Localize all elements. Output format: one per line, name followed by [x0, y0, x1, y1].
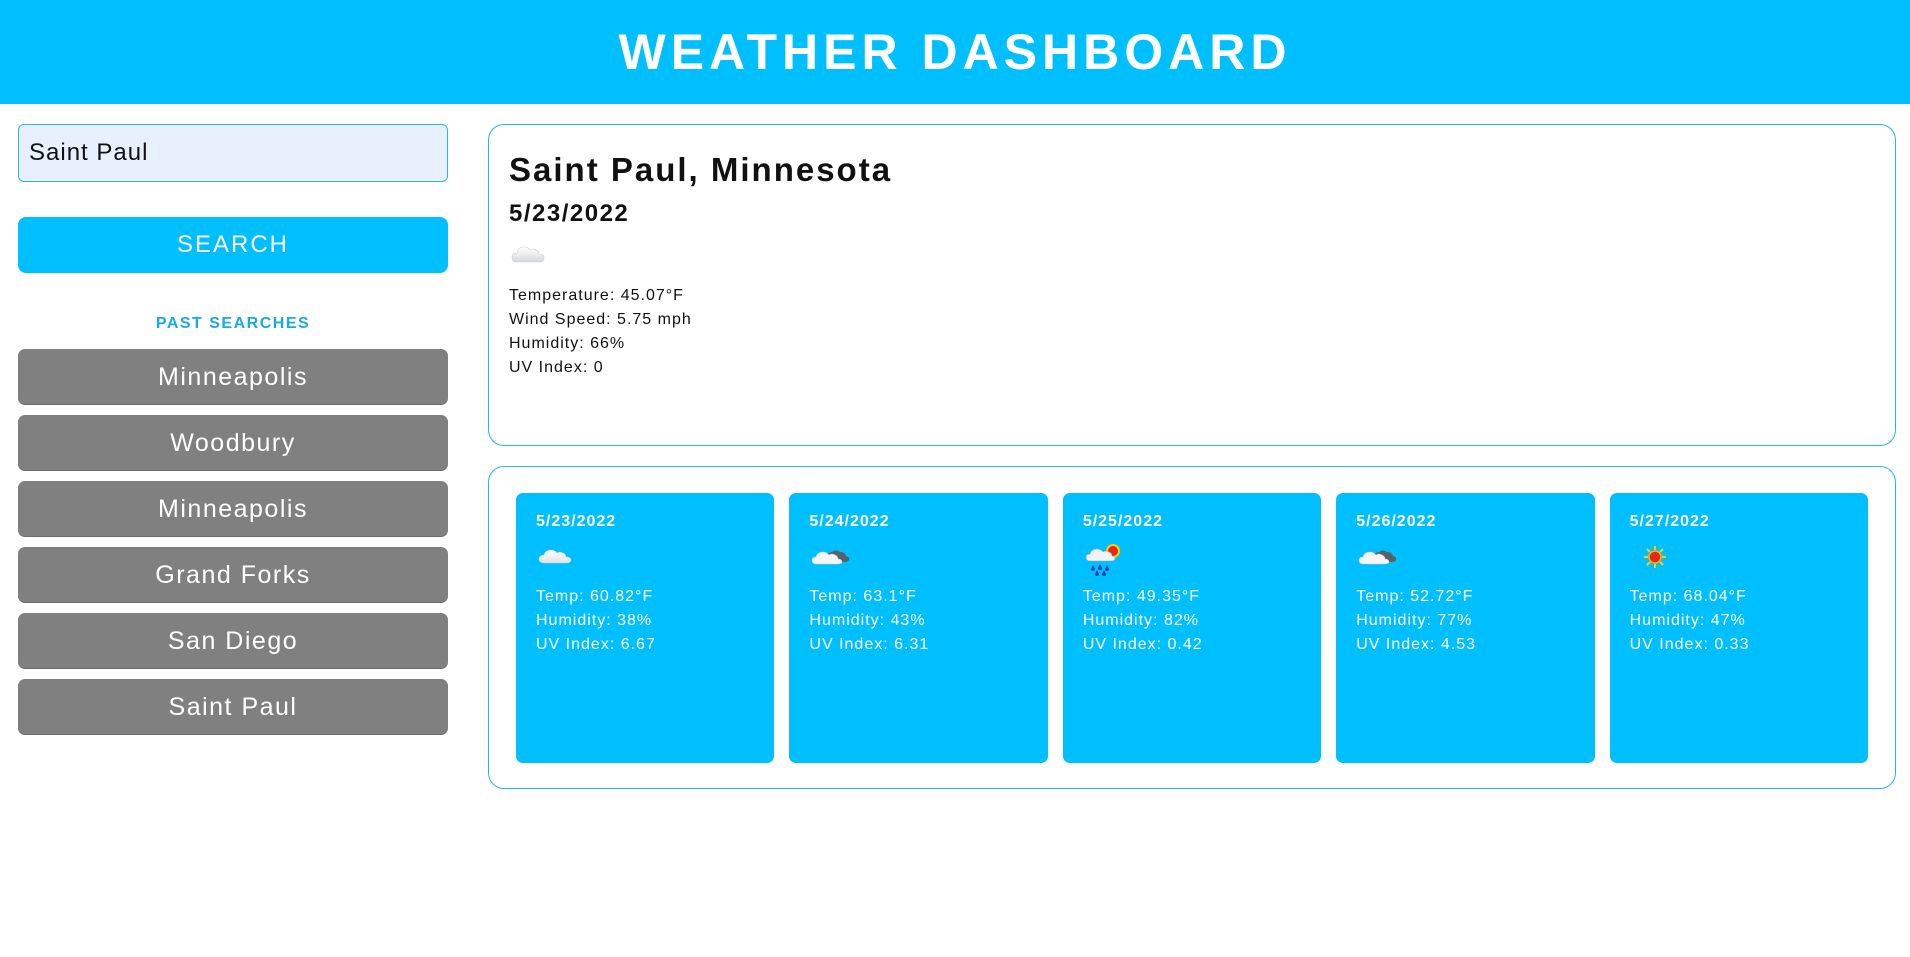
current-uv-index: UV Index: 0 [509, 359, 604, 376]
sun-icon [1643, 546, 1666, 568]
forecast-temp: Temp: 49.35°F [1082, 588, 1201, 605]
page-title: WEATHER DASHBOARD [618, 24, 1292, 80]
forecast-card: 5/23/2022 Temp: 60.82°F Humidity: 38% UV… [516, 493, 775, 763]
broken-clouds-icon [812, 550, 850, 565]
few-clouds-icon [538, 549, 572, 564]
sidebar: SEARCH PAST SEARCHES Minneapolis Woodbur… [18, 124, 448, 745]
broken-clouds-icon [1358, 550, 1397, 565]
forecast-date: 5/24/2022 [809, 513, 890, 530]
current-stats: Temperature: 45.07°F Wind Speed: 5.75 mp… [509, 284, 1875, 380]
past-search-button[interactable]: Minneapolis [18, 481, 448, 537]
current-temperature: Temperature: 45.07°F [509, 287, 684, 304]
past-search-button[interactable]: San Diego [18, 613, 448, 669]
forecast-date: 5/27/2022 [1629, 513, 1710, 530]
past-search-button[interactable]: Minneapolis [18, 349, 448, 405]
past-search-button[interactable]: Saint Paul [18, 679, 448, 735]
forecast-humidity: Humidity: 38% [536, 612, 653, 629]
forecast-temp: Temp: 68.04°F [1629, 588, 1747, 605]
forecast-humidity: Humidity: 47% [1629, 612, 1746, 629]
forecast-humidity: Humidity: 77% [1356, 612, 1473, 629]
forecast-uv-index: UV Index: 4.53 [1356, 636, 1477, 653]
forecast-humidity: Humidity: 82% [1082, 612, 1199, 629]
current-wind: Wind Speed: 5.75 mph [509, 311, 692, 328]
forecast-date: 5/25/2022 [1082, 513, 1163, 530]
forecast-temp: Temp: 60.82°F [536, 588, 654, 605]
rain-sun-icon [1085, 544, 1120, 576]
forecast-humidity: Humidity: 43% [809, 612, 926, 629]
forecast-uv-index: UV Index: 0.33 [1629, 636, 1750, 653]
search-button[interactable]: SEARCH [18, 217, 448, 273]
forecast-card: 5/25/2022 Temp: 49.35°F Humidity: 82% UV… [1062, 493, 1322, 763]
forecast-card: 5/24/2022 Temp: 63.1°F Humidity: 43% UV … [789, 493, 1048, 763]
forecast-card: 5/26/2022 Temp: 52.72°F Humidity: 77% UV… [1336, 493, 1595, 763]
forecast-date: 5/26/2022 [1356, 513, 1437, 530]
past-search-button[interactable]: Woodbury [18, 415, 448, 471]
cloud-icon [511, 246, 545, 263]
forecast-uv-index: UV Index: 6.67 [536, 636, 656, 653]
forecast-uv-index: UV Index: 6.31 [809, 636, 930, 653]
past-searches-title: PAST SEARCHES [155, 315, 311, 332]
past-searches-list: Minneapolis Woodbury Minneapolis Grand F… [18, 349, 448, 735]
five-day-forecast: 5/23/2022 Temp: 60.82°F Humidity: 38% UV… [488, 466, 1896, 789]
search-input[interactable] [18, 124, 448, 182]
forecast-temp: Temp: 52.72°F [1356, 588, 1474, 605]
forecast-uv-index: UV Index: 0.42 [1082, 636, 1203, 653]
forecast-temp: Temp: 63.1°F [809, 588, 917, 605]
app-header: WEATHER DASHBOARD [0, 0, 1910, 104]
forecast-card: 5/27/2022 Temp: 68.04°F Humidity: 47% UV… [1609, 493, 1869, 763]
past-search-button[interactable]: Grand Forks [18, 547, 448, 603]
current-humidity: Humidity: 66% [509, 335, 626, 352]
current-city: Saint Paul, Minnesota [509, 151, 893, 188]
current-weather-card: Saint Paul, Minnesota 5/23/2022 Temperat… [488, 124, 1896, 446]
current-date: 5/23/2022 [509, 200, 630, 227]
forecast-date: 5/23/2022 [536, 513, 617, 530]
